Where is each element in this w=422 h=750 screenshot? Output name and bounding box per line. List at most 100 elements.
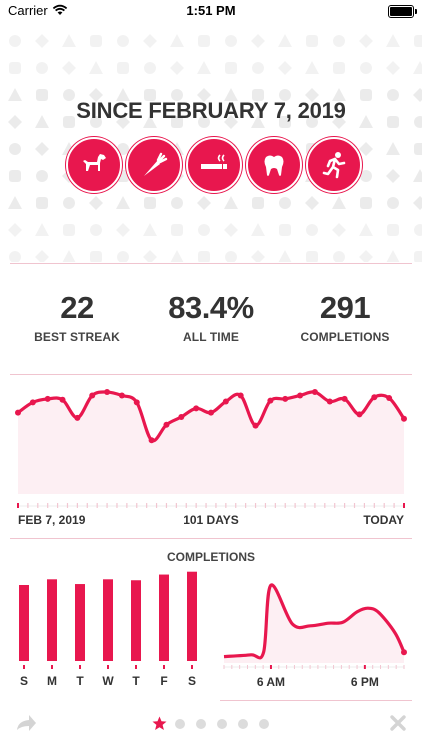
pattern-mark bbox=[36, 170, 48, 182]
trend-point bbox=[208, 409, 214, 416]
trend-point bbox=[193, 405, 200, 412]
pattern-mark bbox=[9, 143, 21, 155]
pattern-mark bbox=[251, 250, 265, 262]
divider bbox=[220, 700, 412, 701]
pattern-mark bbox=[360, 197, 372, 209]
running-icon bbox=[322, 152, 346, 179]
trend-point bbox=[15, 409, 21, 416]
trend-point bbox=[401, 415, 407, 422]
trend-point bbox=[252, 422, 259, 429]
divider bbox=[10, 538, 412, 539]
pattern-mark bbox=[413, 196, 422, 210]
pattern-mark bbox=[279, 197, 291, 209]
pattern-mark bbox=[170, 34, 184, 47]
trend-point bbox=[282, 395, 289, 402]
pattern-mark bbox=[63, 197, 75, 209]
stat-value: 291 bbox=[319, 290, 371, 325]
pattern-mark bbox=[278, 61, 292, 75]
pattern-mark bbox=[89, 196, 103, 210]
habit-cigarette[interactable] bbox=[186, 137, 242, 193]
pattern-mark bbox=[63, 224, 75, 236]
page-dot[interactable] bbox=[217, 719, 227, 729]
trend-point bbox=[118, 392, 125, 399]
trend-point bbox=[297, 392, 304, 399]
pattern-mark bbox=[9, 251, 21, 262]
page-dot[interactable] bbox=[259, 719, 269, 729]
trend-point bbox=[44, 395, 51, 402]
trend-point bbox=[148, 437, 155, 444]
pattern-mark bbox=[386, 34, 400, 47]
pattern-mark bbox=[9, 35, 21, 47]
carrot-icon bbox=[144, 152, 168, 176]
pattern-mark bbox=[225, 251, 237, 262]
pattern-mark bbox=[413, 61, 422, 74]
pattern-mark bbox=[306, 251, 318, 262]
pattern-mark bbox=[413, 169, 422, 182]
trend-point bbox=[267, 397, 274, 404]
pattern-mark bbox=[333, 35, 345, 47]
pattern-mark bbox=[359, 223, 373, 236]
habit-carrot[interactable] bbox=[126, 137, 182, 193]
habit-tooth[interactable] bbox=[246, 137, 302, 193]
pattern-mark bbox=[224, 223, 238, 237]
weekday-bar bbox=[187, 571, 197, 661]
pattern-mark bbox=[170, 61, 184, 75]
trend-point bbox=[386, 395, 393, 402]
completions-title: COMPLETIONS bbox=[166, 550, 255, 564]
pattern-mark bbox=[143, 34, 157, 48]
pattern-mark bbox=[414, 143, 422, 155]
weekday-label: W bbox=[102, 674, 114, 688]
habit-running[interactable] bbox=[306, 137, 362, 193]
clock: 1:51 PM bbox=[186, 3, 236, 18]
trend-point bbox=[237, 392, 244, 399]
pattern-mark bbox=[359, 250, 373, 262]
pattern-mark bbox=[90, 224, 102, 236]
pattern-mark bbox=[116, 223, 130, 237]
habit-icons-row bbox=[66, 137, 362, 197]
weekday-label: T bbox=[76, 674, 84, 688]
pattern-mark bbox=[305, 61, 319, 74]
pattern-mark bbox=[278, 34, 292, 47]
pattern-mark bbox=[170, 250, 184, 262]
pattern-mark bbox=[332, 223, 346, 237]
weekday-bar bbox=[19, 585, 29, 661]
weekday-label: M bbox=[47, 674, 57, 688]
weekday-label: F bbox=[160, 674, 167, 688]
star-icon[interactable] bbox=[152, 716, 167, 736]
pattern-mark bbox=[36, 197, 48, 209]
pattern-mark bbox=[414, 35, 422, 47]
pattern-mark bbox=[386, 142, 400, 155]
pattern-mark bbox=[387, 224, 399, 236]
battery-icon bbox=[388, 5, 417, 18]
pattern-mark bbox=[144, 62, 156, 74]
time-of-day-chart: 6 AM 6 PM bbox=[223, 583, 407, 689]
pattern-mark bbox=[62, 61, 76, 75]
page-dot[interactable] bbox=[238, 719, 248, 729]
trend-point bbox=[222, 398, 229, 405]
pattern-mark bbox=[333, 251, 345, 262]
stat-label: ALL TIME bbox=[183, 330, 239, 344]
pattern-mark bbox=[332, 196, 346, 209]
share-icon[interactable] bbox=[14, 712, 38, 737]
weekday-label: S bbox=[188, 674, 196, 688]
pattern-mark bbox=[144, 197, 156, 209]
trend-point bbox=[59, 396, 66, 403]
divider bbox=[10, 374, 412, 375]
trend-point bbox=[74, 414, 81, 421]
trend-area bbox=[18, 391, 404, 494]
trend-point bbox=[104, 389, 111, 396]
time-point bbox=[401, 649, 407, 656]
pattern-mark bbox=[116, 196, 130, 209]
pattern-mark bbox=[333, 62, 345, 74]
pattern-mark bbox=[197, 61, 211, 74]
pattern-mark bbox=[143, 223, 157, 236]
pattern-mark bbox=[198, 35, 210, 47]
habit-dog[interactable] bbox=[66, 137, 122, 193]
cigarette-icon bbox=[201, 154, 227, 169]
trend-point bbox=[356, 411, 363, 418]
page-dot[interactable] bbox=[175, 719, 185, 729]
bottom-bar bbox=[0, 705, 422, 745]
close-icon[interactable] bbox=[390, 715, 406, 736]
page-dot[interactable] bbox=[196, 719, 206, 729]
pattern-mark bbox=[225, 62, 237, 74]
